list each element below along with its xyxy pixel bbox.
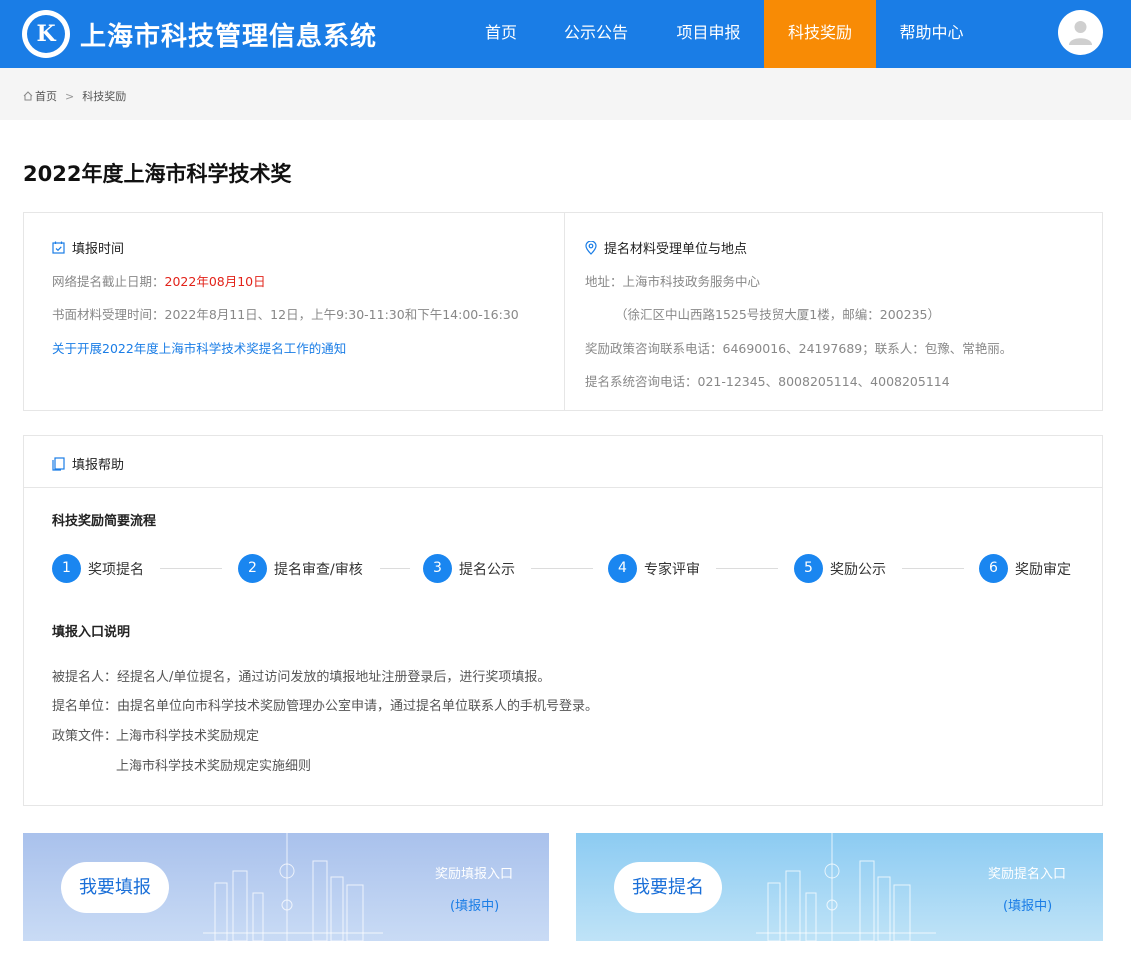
nomination-entry-status: (填报中)	[1003, 899, 1053, 914]
document-copy-icon	[52, 456, 65, 471]
step-label: 提名公示	[459, 561, 515, 578]
paper-row: 书面材料受理时间：2022年8月11日、12日，上午9:30-11:30和下午1…	[52, 304, 519, 323]
user-icon	[1069, 21, 1092, 45]
step-number: 2	[238, 554, 267, 583]
location-pin-icon	[585, 240, 597, 255]
nav-item-tech-awards[interactable]: 科技奖励	[764, 0, 876, 68]
city-skyline-illustration	[203, 833, 383, 941]
logo-letter: K	[27, 15, 65, 53]
fill-time-section: 填报时间 网络提名截止日期：2022年08月10日 书面材料受理时间：2022年…	[24, 213, 565, 410]
step-connector	[380, 568, 410, 569]
deadline-row: 网络提名截止日期：2022年08月10日	[52, 271, 266, 290]
process-step-5: 5 奖励公示	[794, 554, 886, 583]
help-header: 填报帮助	[24, 436, 1102, 488]
nominee-description: 被提名人：经提名人/单位提名，通过访问发放的填报地址注册登录后，进行奖项填报。	[52, 670, 551, 685]
step-connector	[160, 568, 222, 569]
process-step-4: 4 专家评审	[608, 554, 700, 583]
deadline-value: 2022年08月10日	[164, 274, 266, 289]
site-title: 上海市科技管理信息系统	[80, 22, 378, 52]
step-number: 6	[979, 554, 1008, 583]
help-heading: 填报帮助	[52, 454, 124, 473]
step-connector	[716, 568, 778, 569]
step-number: 4	[608, 554, 637, 583]
policy-phone-line: 奖励政策咨询联系电话：64690016、24197689；联系人：包豫、常艳丽。	[585, 341, 1013, 356]
nav-item-announcements[interactable]: 公示公告	[539, 0, 653, 68]
notice-link[interactable]: 关于开展2022年度上海市科学技术奖提名工作的通知	[52, 338, 346, 357]
process-title: 科技奖励简要流程	[52, 514, 157, 529]
fill-entry-banner[interactable]: 我要填报 奖励填报入口 (填报中)	[23, 833, 549, 941]
step-number: 5	[794, 554, 823, 583]
city-skyline-illustration	[756, 833, 936, 941]
home-icon	[23, 91, 33, 101]
step-connector	[902, 568, 964, 569]
breadcrumb-bar: 首页 > 科技奖励	[0, 68, 1131, 120]
fill-entry-status: (填报中)	[450, 899, 500, 914]
step-label: 提名审查/审核	[274, 561, 363, 578]
policy-label: 政策文件：	[52, 729, 118, 744]
main-nav: 首页 公示公告 项目申报 科技奖励 帮助中心	[463, 0, 987, 68]
entry-title: 填报入口说明	[52, 625, 131, 640]
step-label: 专家评审	[644, 561, 700, 578]
nav-item-home[interactable]: 首页	[463, 0, 539, 68]
info-panel: 填报时间 网络提名截止日期：2022年08月10日 书面材料受理时间：2022年…	[23, 212, 1103, 411]
process-step-1: 1 奖项提名	[52, 554, 144, 583]
deadline-label: 网络提名截止日期：	[52, 274, 165, 289]
location-heading-text: 提名材料受理单位与地点	[604, 242, 748, 257]
unit-description: 提名单位：由提名单位向市科学技术奖励管理办公室申请，通过提名单位联系人的手机号登…	[52, 699, 599, 714]
top-header: K 上海市科技管理信息系统 首页 公示公告 项目申报 科技奖励 帮助中心	[0, 0, 1131, 68]
process-step-3: 3 提名公示	[423, 554, 515, 583]
policy-link-implementation[interactable]: 上海市科学技术奖励规定实施细则	[116, 755, 311, 774]
breadcrumb-home[interactable]: 首页	[35, 88, 57, 104]
nomination-entry-banner[interactable]: 我要提名 奖励提名入口 (填报中)	[576, 833, 1103, 941]
site-logo[interactable]: K	[22, 10, 70, 58]
breadcrumb-separator: >	[65, 89, 75, 103]
fill-report-button[interactable]: 我要填报	[61, 862, 169, 913]
page-title: 2022年度上海市科学技术奖	[23, 162, 292, 186]
paper-value: 2022年8月11日、12日，上午9:30-11:30和下午14:00-16:3…	[164, 307, 519, 322]
help-heading-text: 填报帮助	[72, 458, 125, 473]
policy-link-regulation[interactable]: 上海市科学技术奖励规定	[116, 725, 259, 744]
step-number: 1	[52, 554, 81, 583]
fill-entry-title: 奖励填报入口	[435, 867, 514, 882]
step-label: 奖励公示	[830, 561, 886, 578]
address-line: 地址：上海市科技政务服务中心	[585, 274, 761, 289]
user-avatar[interactable]	[1058, 10, 1103, 55]
nomination-entry-title: 奖励提名入口	[988, 867, 1067, 882]
help-panel: 填报帮助 科技奖励简要流程 1 奖项提名 2 提名审查/审核 3 提名公示 4 …	[23, 435, 1103, 806]
system-phone-line: 提名系统咨询电话：021-12345、8008205114、4008205114	[585, 374, 950, 389]
calendar-check-icon	[52, 241, 65, 254]
step-connector	[531, 568, 593, 569]
location-heading: 提名材料受理单位与地点	[585, 238, 747, 257]
process-step-2: 2 提名审查/审核	[238, 554, 363, 583]
address-detail-line: （徐汇区中山西路1525号技贸大厦1楼，邮编：200235）	[615, 307, 940, 322]
nominate-button[interactable]: 我要提名	[614, 862, 722, 913]
process-step-6: 6 奖励审定	[979, 554, 1071, 583]
nav-item-help-center[interactable]: 帮助中心	[876, 0, 987, 68]
breadcrumb-current: 科技奖励	[82, 90, 127, 103]
breadcrumb: 首页 > 科技奖励	[23, 88, 126, 104]
step-label: 奖励审定	[1015, 561, 1071, 578]
step-label: 奖项提名	[88, 561, 144, 578]
fill-time-heading: 填报时间	[52, 238, 124, 257]
step-number: 3	[423, 554, 452, 583]
nav-item-project-application[interactable]: 项目申报	[653, 0, 764, 68]
paper-label: 书面材料受理时间：	[52, 307, 165, 322]
fill-time-heading-text: 填报时间	[72, 242, 125, 257]
